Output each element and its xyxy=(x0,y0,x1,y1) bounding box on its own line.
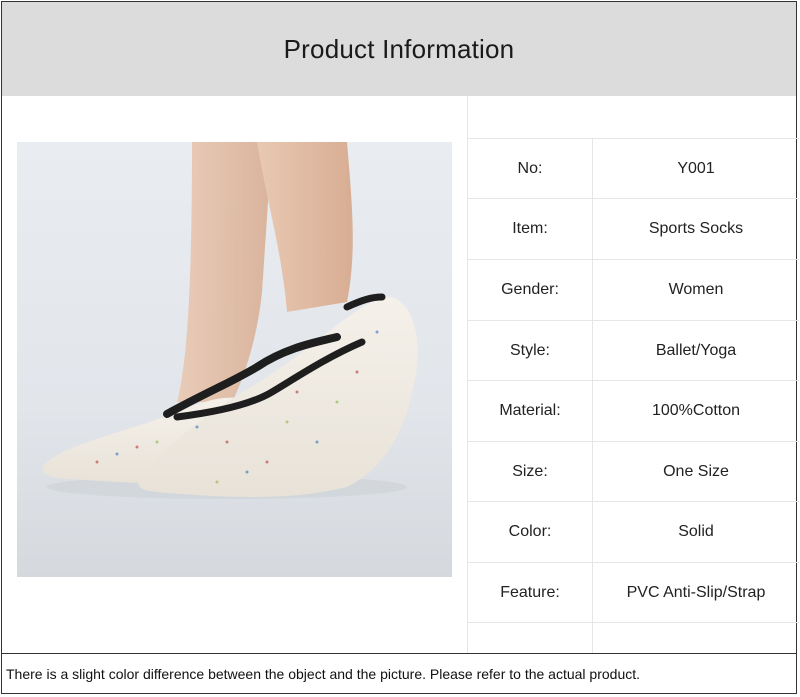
spec-value: PVC Anti-Slip/Strap xyxy=(626,584,766,601)
spec-label: Color: xyxy=(468,502,593,562)
table-row: Style: Ballet/Yoga xyxy=(468,320,799,381)
disclaimer-note: There is a slight color difference betwe… xyxy=(2,653,796,694)
spec-label: Item: xyxy=(468,199,593,259)
spec-value: One Size xyxy=(663,463,729,480)
table-row-empty xyxy=(468,96,799,138)
header-bar: Product Information xyxy=(2,2,796,96)
table-row: Gender: Women xyxy=(468,259,799,320)
spec-label: Size: xyxy=(468,442,593,502)
spec-label: Style: xyxy=(468,321,593,381)
table-row: No: Y001 xyxy=(468,138,799,199)
spec-value-empty xyxy=(593,623,799,654)
spec-label: No: xyxy=(468,139,593,199)
table-row: Material: 100%Cotton xyxy=(468,380,799,441)
spec-label: Gender: xyxy=(468,260,593,320)
spec-value: Women xyxy=(668,281,724,298)
spec-label: Feature: xyxy=(468,563,593,623)
sock-photo xyxy=(42,142,418,499)
page-title: Product Information xyxy=(283,33,515,64)
product-photo xyxy=(17,142,452,577)
spec-value: Solid xyxy=(678,523,714,540)
table-row: Size: One Size xyxy=(468,441,799,502)
table-row-empty xyxy=(468,622,799,654)
table-row: Color: Solid xyxy=(468,501,799,562)
spec-value: Y001 xyxy=(677,160,715,177)
spec-value: Sports Socks xyxy=(648,220,744,237)
spec-table: No: Y001 Item: Sports Socks Gender: Wome… xyxy=(467,96,799,654)
spec-value: Ballet/Yoga xyxy=(655,342,737,359)
spec-label: Material: xyxy=(468,381,593,441)
spec-label-empty xyxy=(468,623,593,654)
spec-value: 100%Cotton xyxy=(651,402,741,419)
table-row: Feature: PVC Anti-Slip/Strap xyxy=(468,562,799,623)
table-row: Item: Sports Socks xyxy=(468,198,799,259)
